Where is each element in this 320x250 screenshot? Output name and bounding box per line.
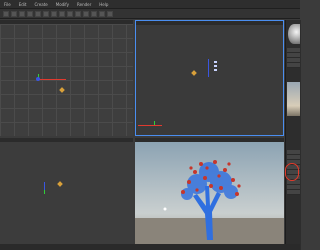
z-axis <box>208 59 209 77</box>
environment-thumbnail[interactable] <box>287 82 300 116</box>
viewport-perspective[interactable] <box>135 138 284 244</box>
toolbar-button[interactable] <box>99 10 105 17</box>
viewport-background <box>136 25 283 135</box>
vertex-marker <box>214 61 217 63</box>
panel-row[interactable] <box>287 190 300 195</box>
pivot-icon <box>36 77 40 81</box>
menu-render[interactable]: Render <box>73 2 95 7</box>
render-scene <box>135 142 284 244</box>
toolbar-button[interactable] <box>75 10 81 17</box>
menu-edit[interactable]: Edit <box>15 2 31 7</box>
toolbar-button[interactable] <box>19 10 25 17</box>
menu-bar: File Edit Create Modify Render Help <box>0 0 300 9</box>
y-axis <box>44 190 45 194</box>
toolbar-button[interactable] <box>35 10 41 17</box>
vertex-marker <box>214 65 217 67</box>
viewport-left[interactable] <box>0 138 133 250</box>
toolbar-button[interactable] <box>83 10 89 17</box>
x-axis <box>38 79 66 80</box>
toolbar-button[interactable] <box>91 10 97 17</box>
toolbar-button[interactable] <box>107 10 113 17</box>
vertex-marker <box>214 69 217 71</box>
y-axis <box>154 121 155 125</box>
status-bar <box>0 244 300 250</box>
panel-row[interactable] <box>287 63 300 68</box>
main-toolbar <box>0 9 300 19</box>
toolbar-button[interactable] <box>59 10 65 17</box>
viewport-background <box>0 142 133 250</box>
toolbar-button[interactable] <box>3 10 9 17</box>
toolbar-button[interactable] <box>51 10 57 17</box>
toolbar-button[interactable] <box>11 10 17 17</box>
toolbar-button[interactable] <box>27 10 33 17</box>
menu-create[interactable]: Create <box>30 2 51 7</box>
viewport-front[interactable] <box>135 20 284 136</box>
menu-file[interactable]: File <box>0 2 15 7</box>
menu-modify[interactable]: Modify <box>52 2 73 7</box>
highlight-circle <box>285 163 299 181</box>
toolbar-button[interactable] <box>67 10 73 17</box>
toolbar-button[interactable] <box>43 10 49 17</box>
viewport-top[interactable] <box>0 20 133 136</box>
x-axis <box>138 125 162 126</box>
light-source <box>163 207 167 211</box>
menu-help[interactable]: Help <box>95 2 112 7</box>
material-sphere-preview[interactable] <box>288 24 300 44</box>
viewport-grid <box>0 24 133 136</box>
